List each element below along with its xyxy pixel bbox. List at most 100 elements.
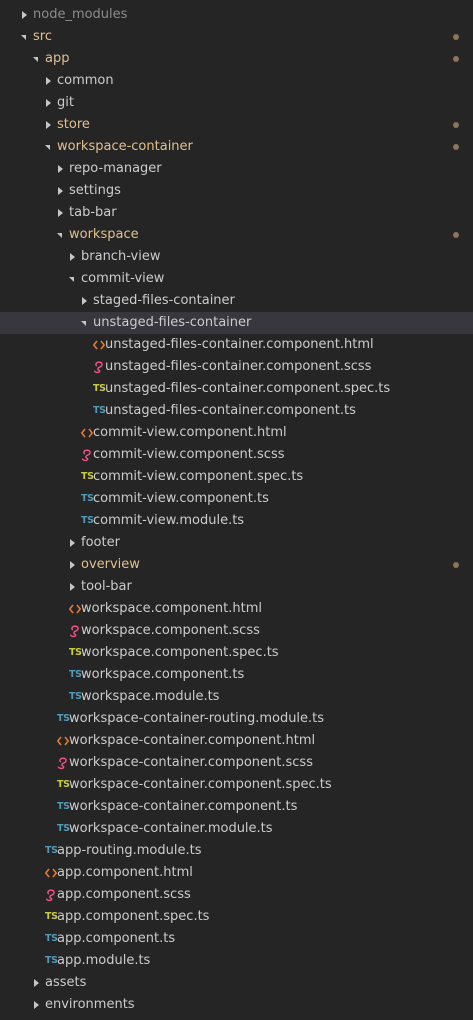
folder-row-settings[interactable]: settings [0,180,473,202]
folder-row-src[interactable]: src [0,26,473,48]
file-label: app.component.ts [57,931,176,946]
file-row-workspace-container-component-html[interactable]: workspace-container.component.html [0,730,473,752]
file-row-unstaged-files-container-component-html[interactable]: unstaged-files-container.component.html [0,334,473,356]
chevron-right-icon[interactable] [68,554,78,576]
file-row-app-component-html[interactable]: app.component.html [0,862,473,884]
file-label: workspace.component.html [81,601,263,616]
file-row-commit-view-component-html[interactable]: commit-view.component.html [0,422,473,444]
file-label: unstaged-files-container.component.ts [105,403,356,418]
file-row-unstaged-files-container-component-ts[interactable]: TS unstaged-files-container.component.ts [0,400,473,422]
chevron-right-icon[interactable] [56,180,66,202]
chevron-down-icon[interactable] [80,312,90,334]
file-row-workspace-component-ts[interactable]: TS workspace.component.ts [0,664,473,686]
chevron-right-icon[interactable] [56,158,66,180]
chevron-right-icon[interactable] [68,532,78,554]
file-row-workspace-component-scss[interactable]: workspace.component.scss [0,620,473,642]
chevron-right-icon[interactable] [32,994,42,1016]
folder-row-environments[interactable]: environments [0,994,473,1016]
file-row-commit-view-component-ts[interactable]: TS commit-view.component.ts [0,488,473,510]
folder-row-tab-bar[interactable]: tab-bar [0,202,473,224]
folder-row-branch-view[interactable]: branch-view [0,246,473,268]
folder-row-assets[interactable]: assets [0,972,473,994]
folder-label: assets [45,975,87,990]
folder-row-repo-manager[interactable]: repo-manager [0,158,473,180]
folder-row-footer[interactable]: footer [0,532,473,554]
folder-row-workspace-container[interactable]: workspace-container [0,136,473,158]
chevron-down-icon[interactable] [44,136,54,158]
chevron-right-icon[interactable] [80,290,90,312]
modified-indicator-dot [453,56,459,62]
folder-row-common[interactable]: common [0,70,473,92]
file-row-workspace-module-ts[interactable]: TS workspace.module.ts [0,686,473,708]
chevron-right-icon[interactable] [68,576,78,598]
file-label: commit-view.module.ts [93,513,245,528]
file-row-workspace-container-component-scss[interactable]: workspace-container.component.scss [0,752,473,774]
folder-label: repo-manager [69,161,162,176]
folder-label: staged-files-container [93,293,235,308]
chevron-right-icon[interactable] [32,972,42,994]
folder-row-unstaged-files-container[interactable]: unstaged-files-container [0,312,473,334]
modified-indicator-dot [453,144,459,150]
folder-label: overview [81,557,140,572]
file-row-commit-view-component-spec-ts[interactable]: TS commit-view.component.spec.ts [0,466,473,488]
chevron-right-icon[interactable] [44,114,54,136]
file-label: unstaged-files-container.component.html [105,337,374,352]
file-label: commit-view.component.ts [93,491,269,506]
file-label: unstaged-files-container.component.spec.… [105,381,391,396]
folder-row-app[interactable]: app [0,48,473,70]
folder-label: tool-bar [81,579,132,594]
folder-label: src [33,29,52,44]
folder-row-git[interactable]: git [0,92,473,114]
folder-row-tool-bar[interactable]: tool-bar [0,576,473,598]
file-label: workspace.module.ts [81,689,220,704]
file-row-workspace-container-component-spec-ts[interactable]: TS workspace-container.component.spec.ts [0,774,473,796]
file-label: app-routing.module.ts [57,843,202,858]
file-label: workspace-container.component.spec.ts [69,777,332,792]
folder-label: store [57,117,90,132]
chevron-right-icon[interactable] [44,70,54,92]
folder-row-node-modules[interactable]: node_modules [0,4,473,26]
folder-row-commit-view[interactable]: commit-view [0,268,473,290]
folder-row-staged-files-container[interactable]: staged-files-container [0,290,473,312]
chevron-right-icon[interactable] [20,4,30,26]
chevron-right-icon[interactable] [44,92,54,114]
file-row-app-component-spec-ts[interactable]: TS app.component.spec.ts [0,906,473,928]
file-row-workspace-container-component-ts[interactable]: TS workspace-container.component.ts [0,796,473,818]
folder-row-store[interactable]: store [0,114,473,136]
chevron-down-icon[interactable] [56,224,66,246]
file-row-workspace-component-spec-ts[interactable]: TS workspace.component.spec.ts [0,642,473,664]
folder-row-overview[interactable]: overview [0,554,473,576]
folder-label: node_modules [33,7,128,22]
file-row-app-module-ts[interactable]: TS app.module.ts [0,950,473,972]
file-row-commit-view-module-ts[interactable]: TS commit-view.module.ts [0,510,473,532]
folder-label: commit-view [81,271,165,286]
file-label: workspace-container.component.scss [69,755,313,770]
file-label: workspace-container.component.ts [69,799,298,814]
file-row-app-component-ts[interactable]: TS app.component.ts [0,928,473,950]
file-label: workspace.component.ts [81,667,245,682]
file-label: workspace.component.scss [81,623,260,638]
modified-indicator-dot [453,34,459,40]
chevron-right-icon[interactable] [56,202,66,224]
file-row-unstaged-files-container-component-spec-ts[interactable]: TS unstaged-files-container.component.spe… [0,378,473,400]
file-row-workspace-container-module-ts[interactable]: TS workspace-container.module.ts [0,818,473,840]
folder-row-workspace[interactable]: workspace [0,224,473,246]
file-row-app-component-scss[interactable]: app.component.scss [0,884,473,906]
chevron-down-icon[interactable] [32,48,42,70]
chevron-down-icon[interactable] [20,26,30,48]
file-label: commit-view.component.scss [93,447,285,462]
file-row-app-routing-module-ts[interactable]: TS app-routing.module.ts [0,840,473,862]
file-label: app.module.ts [57,953,151,968]
chevron-down-icon[interactable] [68,268,78,290]
file-row-unstaged-files-container-component-scss[interactable]: unstaged-files-container.component.scss [0,356,473,378]
chevron-right-icon[interactable] [68,246,78,268]
file-label: app.component.scss [57,887,191,902]
file-row-workspace-component-html[interactable]: workspace.component.html [0,598,473,620]
file-row-commit-view-component-scss[interactable]: commit-view.component.scss [0,444,473,466]
file-row-workspace-container-routing-module-ts[interactable]: TS workspace-container-routing.module.ts [0,708,473,730]
file-label: commit-view.component.html [93,425,287,440]
folder-label: settings [69,183,121,198]
file-explorer-tree: node_modulessrc app common git store workspac… [0,0,473,1020]
file-label: workspace-container.component.html [69,733,316,748]
folder-label: tab-bar [69,205,117,220]
